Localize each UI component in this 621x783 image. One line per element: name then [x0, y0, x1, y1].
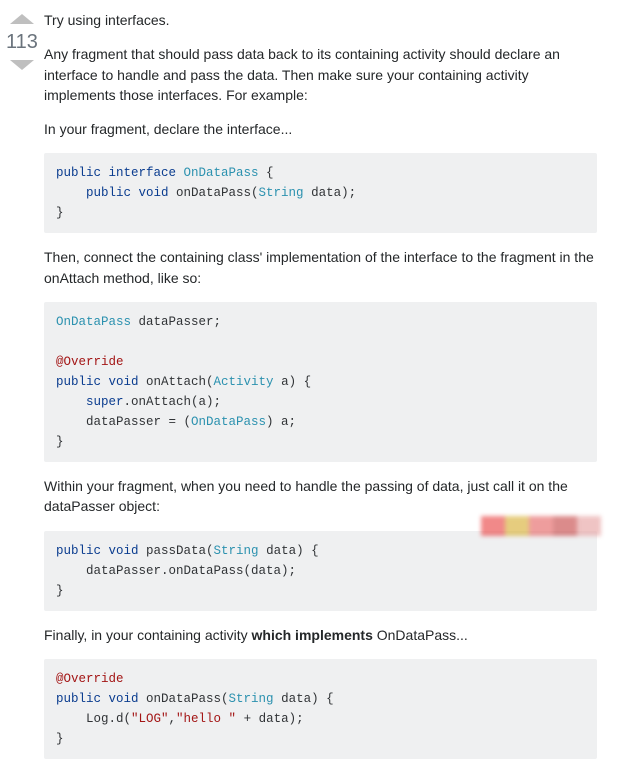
punct: } — [56, 732, 64, 746]
punct: { — [259, 166, 274, 180]
kw: void — [131, 186, 169, 200]
code-text: .onAttach(a); — [124, 395, 222, 409]
code-text: dataPasser.onDataPass(data); — [56, 564, 296, 578]
paragraph-declare: In your fragment, declare the interface.… — [44, 119, 597, 139]
code-text: onDataPass( — [169, 186, 259, 200]
answer-container: 113 Try using interfaces. Any fragment t… — [0, 0, 621, 783]
type: OnDataPass — [191, 415, 266, 429]
punct: } — [56, 584, 64, 598]
code-text: ) a; — [266, 415, 296, 429]
bold-text: which implements — [252, 627, 373, 643]
paragraph-final: Finally, in your containing activity whi… — [44, 625, 597, 645]
kw: public — [56, 692, 101, 706]
text: OnDataPass... — [373, 627, 468, 643]
string: "hello " — [176, 712, 236, 726]
type: Activity — [214, 375, 274, 389]
kw: void — [101, 375, 139, 389]
annotation: @Override — [56, 355, 124, 369]
vote-column: 113 — [0, 10, 44, 773]
type: OnDataPass — [56, 315, 131, 329]
kw: super — [56, 395, 124, 409]
kw: void — [101, 692, 139, 706]
answer-body: Try using interfaces. Any fragment that … — [44, 10, 611, 773]
type: OnDataPass — [176, 166, 259, 180]
code-text: data); — [304, 186, 357, 200]
code-block-passdata[interactable]: public void passData(String data) { data… — [44, 531, 597, 611]
code-text: data) { — [259, 544, 319, 558]
code-text: , — [169, 712, 177, 726]
type: String — [229, 692, 274, 706]
artifact-pixels — [481, 516, 601, 536]
text: Finally, in your containing activity — [44, 627, 252, 643]
code-text: passData( — [139, 544, 214, 558]
code-text: onAttach( — [139, 375, 214, 389]
code-text: dataPasser; — [131, 315, 221, 329]
paragraph-intro: Try using interfaces. — [44, 10, 597, 30]
kw: public — [56, 544, 101, 558]
annotation: @Override — [56, 672, 124, 686]
punct: } — [56, 435, 64, 449]
code-text: dataPasser = ( — [56, 415, 191, 429]
kw: public — [56, 375, 101, 389]
code-text: + data); — [236, 712, 304, 726]
paragraph-onattach: Then, connect the containing class' impl… — [44, 247, 597, 288]
type: String — [259, 186, 304, 200]
kw: void — [101, 544, 139, 558]
vote-score: 113 — [6, 30, 38, 54]
kw: public — [56, 186, 131, 200]
code-block-onattach[interactable]: OnDataPass dataPasser; @Override public … — [44, 302, 597, 462]
code-text: Log.d( — [56, 712, 131, 726]
paragraph-explain: Any fragment that should pass data back … — [44, 44, 597, 105]
type: String — [214, 544, 259, 558]
code-block-ondatapass[interactable]: @Override public void onDataPass(String … — [44, 659, 597, 759]
code-text: a) { — [274, 375, 312, 389]
kw: public — [56, 166, 101, 180]
code-text: data) { — [274, 692, 334, 706]
upvote-icon[interactable] — [10, 14, 34, 24]
code-text: onDataPass( — [139, 692, 229, 706]
paragraph-passdata: Within your fragment, when you need to h… — [44, 476, 597, 517]
punct: } — [56, 206, 64, 220]
kw: interface — [101, 166, 176, 180]
downvote-icon[interactable] — [10, 60, 34, 70]
string: "LOG" — [131, 712, 169, 726]
code-block-interface[interactable]: public interface OnDataPass { public voi… — [44, 153, 597, 233]
